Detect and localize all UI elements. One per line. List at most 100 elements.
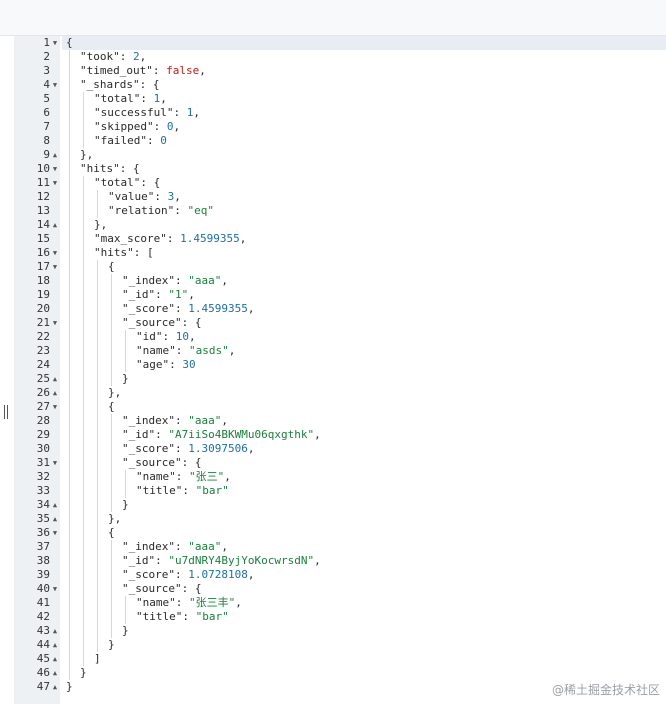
json-punc-token: : { [181, 456, 202, 469]
json-punc-token: } [108, 638, 115, 651]
code-line: { [108, 400, 115, 414]
json-punc-token: : [182, 610, 196, 623]
json-num-token: 1.4599355 [180, 232, 240, 245]
code-line: } [80, 666, 87, 680]
line-number-row: 35 ▲ [14, 512, 60, 526]
json-key-token: "name" [136, 470, 176, 483]
fold-end-icon[interactable]: ▲ [51, 638, 59, 652]
code-line: "_index": "aaa", [122, 540, 228, 554]
panel-resize-handle-icon[interactable] [3, 405, 10, 421]
json-punc-token: , [173, 120, 181, 133]
json-str-token: "A7iiSo4BKWMu06qxgthk" [168, 428, 315, 441]
line-number-row: 34 ▲ [14, 498, 60, 512]
indent-guide [97, 260, 98, 652]
fold-collapse-icon[interactable]: ▼ [51, 526, 59, 540]
json-key-token: "title" [136, 484, 183, 497]
json-key-token: "hits" [80, 162, 120, 175]
fold-collapse-icon[interactable]: ▼ [51, 260, 59, 274]
code-area[interactable]: {"took": 2, "timed_out": false, "_shards":… [62, 36, 666, 704]
fold-collapse-icon[interactable]: ▼ [51, 78, 59, 92]
json-punc-token: : [154, 190, 168, 203]
toolbar-area [0, 0, 666, 36]
code-line: "_score": 1.3097506, [122, 442, 254, 456]
line-number: 10 [36, 162, 50, 175]
json-punc-token: , [160, 92, 167, 105]
code-line: "_index": "aaa", [122, 414, 228, 428]
line-number-row: 15 [14, 232, 60, 246]
fold-end-icon[interactable]: ▲ [51, 680, 59, 694]
fold-collapse-icon[interactable]: ▼ [51, 456, 59, 470]
line-number: 39 [36, 568, 50, 581]
indent-guide [83, 176, 84, 666]
line-number: 36 [36, 526, 50, 539]
code-line: } [108, 638, 115, 652]
json-str-token: "aaa" [188, 540, 222, 553]
line-number-row: 24 [14, 358, 60, 372]
json-punc-token: } [122, 372, 129, 385]
fold-end-icon[interactable]: ▲ [51, 386, 59, 400]
code-line: { [108, 260, 115, 274]
line-number: 15 [36, 232, 50, 245]
fold-collapse-icon[interactable]: ▼ [51, 246, 59, 260]
json-punc-token: : [ [133, 246, 154, 259]
fold-end-icon[interactable]: ▲ [51, 624, 59, 638]
code-line: { [66, 36, 73, 50]
json-punc-token: }, [94, 218, 108, 231]
fold-collapse-icon[interactable]: ▼ [51, 36, 59, 50]
fold-end-icon[interactable]: ▲ [51, 372, 59, 386]
json-key-token: "timed_out" [80, 64, 153, 77]
indent-guide [111, 540, 112, 638]
code-line: "max_score": 1.4599355, [94, 232, 246, 246]
json-key-token: "total" [94, 92, 141, 105]
line-number: 23 [36, 344, 50, 357]
line-number-row: 5 [14, 92, 60, 106]
json-response-editor[interactable]: 1 ▼ 2 3 4 ▼ 5 6 7 8 9 ▲ 10 ▼ 11 ▼ 12 13 14 ▲ 15 16 ▼ 17 ▼ 18 19 20 2… [14, 36, 666, 704]
code-line: "name": "asds", [136, 344, 235, 358]
code-line: } [66, 680, 73, 694]
json-punc-token: : { [181, 582, 202, 595]
line-number: 18 [36, 274, 50, 287]
line-number: 32 [36, 470, 50, 483]
line-number-row: 4 ▼ [14, 78, 60, 92]
line-number: 44 [36, 638, 50, 651]
json-punc-token: : [140, 92, 154, 105]
fold-end-icon[interactable]: ▲ [51, 652, 59, 666]
json-punc-token: { [108, 260, 115, 273]
code-line: "_source": { [122, 316, 201, 330]
line-number-row: 39 [14, 568, 60, 582]
code-line: "_id": "1", [122, 288, 195, 302]
json-num-token: 10 [175, 330, 189, 343]
line-number: 22 [36, 330, 50, 343]
json-punc-token: , [228, 344, 236, 357]
json-key-token: "title" [136, 610, 183, 623]
code-line: "_source": { [122, 456, 201, 470]
line-number-row: 41 [14, 596, 60, 610]
json-punc-token: : [153, 120, 167, 133]
line-number-row: 44 ▲ [14, 638, 60, 652]
line-number-row: 21 ▼ [14, 316, 60, 330]
line-number-row: 37 [14, 540, 60, 554]
json-key-token: "_source" [122, 456, 182, 469]
line-number-row: 10 ▼ [14, 162, 60, 176]
fold-end-icon[interactable]: ▲ [51, 512, 59, 526]
fold-collapse-icon[interactable]: ▼ [51, 316, 59, 330]
json-punc-token: : [174, 204, 188, 217]
line-number-row: 45 ▲ [14, 652, 60, 666]
fold-collapse-icon[interactable]: ▼ [51, 400, 59, 414]
fold-collapse-icon[interactable]: ▼ [51, 162, 59, 176]
fold-end-icon[interactable]: ▲ [51, 218, 59, 232]
line-number: 26 [36, 386, 50, 399]
fold-end-icon[interactable]: ▲ [51, 498, 59, 512]
line-number: 25 [36, 372, 50, 385]
line-number: 46 [36, 666, 50, 679]
fold-collapse-icon[interactable]: ▼ [51, 176, 59, 190]
fold-collapse-icon[interactable]: ▼ [51, 582, 59, 596]
json-key-token: "_score" [122, 568, 175, 581]
json-punc-token: , [247, 302, 255, 315]
json-punc-token: , [221, 274, 228, 287]
fold-end-icon[interactable]: ▲ [51, 148, 59, 162]
line-number-row: 7 [14, 120, 60, 134]
line-number-row: 1 ▼ [14, 36, 60, 50]
fold-end-icon[interactable]: ▲ [51, 666, 59, 680]
line-number: 45 [36, 652, 50, 665]
